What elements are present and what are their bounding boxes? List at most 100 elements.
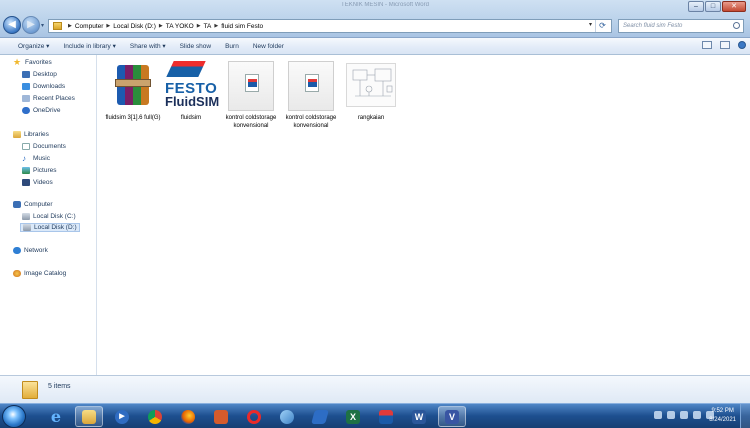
pictures-icon — [22, 167, 30, 174]
taskbar: e ▶ X W V 9:52 PM 8/24/2021 — [0, 403, 750, 428]
nav-item-downloads[interactable]: Downloads — [22, 83, 65, 90]
chevron-right-icon[interactable]: ▶ — [197, 23, 201, 29]
desktop-icon — [22, 71, 30, 78]
breadcrumb-item-disk-d[interactable]: Local Disk (D:) — [113, 23, 156, 30]
include-in-library-menu[interactable]: Include in library ▾ — [63, 42, 115, 50]
chevron-right-icon[interactable]: ▶ — [214, 23, 218, 29]
nav-item-music[interactable]: ♪ Music — [22, 155, 50, 163]
nav-item-favorites[interactable]: ★ Favorites — [13, 57, 52, 67]
star-icon: ★ — [13, 57, 22, 67]
word-document-icon[interactable]: W — [405, 406, 433, 427]
videos-icon — [22, 179, 30, 186]
nav-item-onedrive[interactable]: OneDrive — [22, 107, 60, 114]
clock-time: 9:52 PM — [711, 408, 734, 414]
downloads-icon — [22, 83, 30, 90]
nav-item-local-disk-c[interactable]: Local Disk (C:) — [22, 213, 76, 220]
breadcrumb-item-ta-yoko[interactable]: TA YOKO — [166, 23, 194, 30]
image-catalog-icon — [13, 270, 21, 277]
nav-item-documents[interactable]: Documents — [22, 143, 66, 150]
visio-icon[interactable]: V — [438, 406, 466, 427]
show-hidden-icons-icon[interactable] — [654, 411, 662, 419]
nav-item-recent-places[interactable]: Recent Places — [22, 95, 75, 102]
refresh-icon[interactable]: ⟳ — [595, 20, 609, 32]
window-controls: – □ ✕ — [688, 1, 746, 12]
library-icon — [13, 131, 21, 138]
chevron-right-icon[interactable]: ▶ — [159, 23, 163, 29]
recent-places-icon — [22, 95, 30, 102]
file-item[interactable]: fluidsim 3[1].6 full(G) — [104, 59, 162, 122]
nav-label: Desktop — [33, 71, 57, 78]
back-button[interactable]: ◀ — [3, 16, 21, 34]
new-folder-button[interactable]: New folder — [253, 43, 284, 50]
slide-show-button[interactable]: Slide show — [180, 43, 211, 50]
start-button[interactable] — [2, 405, 26, 428]
close-button[interactable]: ✕ — [722, 1, 746, 12]
nav-item-computer[interactable]: Computer — [13, 201, 53, 208]
burn-button[interactable]: Burn — [225, 43, 239, 50]
file-item[interactable]: kontrol coldstorage konvensional — [282, 59, 340, 130]
breadcrumb-item-fluid-sim-festo[interactable]: fluid sim Festo — [221, 23, 263, 30]
nav-label: Videos — [33, 179, 53, 186]
nav-label: Computer — [24, 201, 53, 208]
search-icon — [733, 22, 740, 29]
forward-button[interactable]: ▶ — [22, 16, 40, 34]
documents-icon — [22, 143, 30, 150]
organize-menu[interactable]: Organize ▾ — [18, 42, 49, 50]
maximize-button[interactable]: □ — [705, 1, 721, 12]
file-list[interactable]: fluidsim 3[1].6 full(G) FESTO FluidSIM f… — [98, 55, 750, 375]
flag-icon[interactable] — [667, 411, 675, 419]
file-item[interactable]: rangkaian — [342, 59, 400, 122]
chevron-right-icon[interactable]: ▶ — [68, 23, 72, 29]
file-name: kontrol coldstorage konvensional — [225, 115, 277, 129]
nav-item-local-disk-d[interactable]: Local Disk (D:) — [20, 223, 80, 232]
address-bar[interactable]: ▶ Computer ▶ Local Disk (D:) ▶ TA YOKO ▶… — [48, 19, 612, 33]
file-item[interactable]: kontrol coldstorage konvensional — [222, 59, 280, 130]
nav-item-network[interactable]: Network — [13, 247, 48, 254]
chevron-right-icon[interactable]: ▶ — [106, 23, 110, 29]
festo-fluidsim-icon: FESTO FluidSIM — [164, 59, 220, 113]
nav-label: Network — [24, 247, 48, 254]
search-placeholder: Search fluid sim Festo — [623, 23, 683, 29]
nav-label: Recent Places — [33, 95, 75, 102]
opera-icon[interactable] — [240, 406, 268, 427]
fluidsim-document-icon — [284, 59, 338, 113]
nav-label: Image Catalog — [24, 270, 67, 277]
breadcrumb-item-ta[interactable]: TA — [204, 23, 212, 30]
presentation-icon[interactable] — [207, 406, 235, 427]
help-icon[interactable] — [738, 41, 746, 49]
item-count: 5 items — [48, 383, 71, 390]
search-input[interactable]: Search fluid sim Festo — [618, 19, 744, 33]
signal-icon[interactable] — [693, 411, 701, 419]
address-history-dropdown[interactable]: ▾ — [589, 21, 592, 28]
volume-icon[interactable] — [680, 411, 688, 419]
computer-icon — [13, 201, 21, 208]
paint-icon[interactable] — [273, 406, 301, 427]
media-player-icon[interactable]: ▶ — [108, 406, 136, 427]
minimize-button[interactable]: – — [688, 1, 704, 12]
recent-pages-dropdown[interactable]: ▾ — [41, 22, 44, 29]
nav-item-pictures[interactable]: Pictures — [22, 167, 56, 174]
file-name: kontrol coldstorage konvensional — [285, 115, 337, 129]
navigation-pane: ★ Favorites Desktop Downloads Recent Pla… — [0, 55, 97, 375]
file-item[interactable]: FESTO FluidSIM fluidsim — [162, 59, 220, 122]
fluidsim-icon[interactable] — [372, 406, 400, 427]
network-icon — [13, 247, 21, 254]
clock[interactable]: 9:52 PM 8/24/2021 — [709, 407, 736, 425]
nav-item-videos[interactable]: Videos — [22, 179, 53, 186]
notes-icon[interactable] — [306, 406, 334, 427]
firefox-icon[interactable] — [174, 406, 202, 427]
internet-explorer-icon[interactable]: e — [42, 406, 70, 427]
folder-icon — [22, 381, 38, 399]
nav-item-image-catalog[interactable]: Image Catalog — [13, 270, 66, 277]
breadcrumb-item-computer[interactable]: Computer — [75, 23, 104, 30]
excel-icon[interactable]: X — [339, 406, 367, 427]
preview-pane-icon[interactable] — [720, 41, 730, 49]
nav-item-libraries[interactable]: Libraries — [13, 131, 49, 138]
file-explorer-icon[interactable] — [75, 406, 103, 427]
share-with-menu[interactable]: Share with ▾ — [130, 42, 166, 50]
show-desktop-button[interactable] — [740, 404, 750, 428]
change-view-icon[interactable] — [702, 41, 712, 49]
nav-item-desktop[interactable]: Desktop — [22, 71, 57, 78]
chrome-icon[interactable] — [141, 406, 169, 427]
fluidsim-logo-text: FluidSIM — [165, 94, 220, 109]
